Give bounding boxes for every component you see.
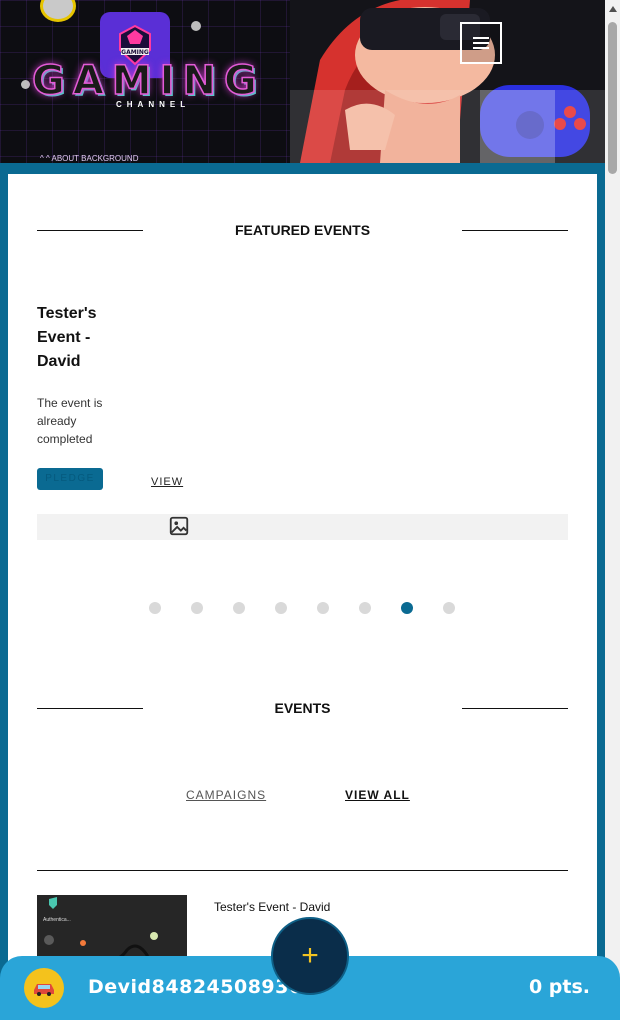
pledge-button[interactable]: PLEDGE [37,468,103,490]
thumbnail-caption: Authentica... [43,917,71,923]
points-balance: 0 pts. [528,976,590,998]
menu-button[interactable] [460,22,502,64]
carousel-dot[interactable] [233,602,245,614]
event-row-title[interactable]: Tester's Event - David [214,900,330,914]
gamer-character-illustration [290,0,605,163]
hero-nav-strip: ^ ^ ABOUT BACKGROUND [40,154,139,163]
tab-view-all[interactable]: VIEW ALL [345,788,410,802]
carousel-dot[interactable] [275,602,287,614]
main-content-card: FEATURED EVENTS Tester's Event - David T… [8,174,597,1020]
carousel-dot[interactable] [359,602,371,614]
hamburger-icon-line [473,42,489,44]
carousel-dot[interactable] [317,602,329,614]
view-event-link[interactable]: VIEW [151,476,183,488]
decor-orb [21,80,30,89]
hamburger-icon-line [473,37,489,39]
user-avatar[interactable] [24,968,64,1008]
tab-campaigns[interactable]: CAMPAIGNS [186,788,266,802]
scroll-thumb[interactable] [608,22,617,174]
carousel-dot[interactable] [191,602,203,614]
hero-banner: GAMING GAMING CHANNEL ^ ^ ABOUT BACKGROU… [0,0,605,163]
featured-event-title[interactable]: Tester's Event - David [37,302,127,374]
events-heading: EVENTS [37,698,568,718]
heading-rule-right [462,708,568,709]
heading-rule-right [462,230,568,231]
badge-text: GAMING [121,49,149,56]
list-divider [37,870,568,871]
logo-wordmark: GAMING [31,57,265,105]
logo-subtitle: CHANNEL [116,100,191,109]
username: Devid84824508936 [88,976,303,998]
add-fab-button[interactable]: + [271,917,349,995]
featured-event-status: The event is already completed [37,396,103,446]
event-image-placeholder [37,514,568,540]
carousel-dot[interactable] [401,602,413,614]
scroll-up-arrow-icon[interactable] [609,6,617,12]
image-icon [169,516,189,536]
car-icon [34,984,54,996]
carousel-dot[interactable] [149,602,161,614]
scrollbar[interactable] [605,0,620,1020]
hamburger-icon-line [473,47,489,49]
carousel-pagination [149,602,469,614]
decor-orb [191,21,201,31]
carousel-dot[interactable] [443,602,455,614]
featured-events-heading: FEATURED EVENTS [37,220,568,240]
